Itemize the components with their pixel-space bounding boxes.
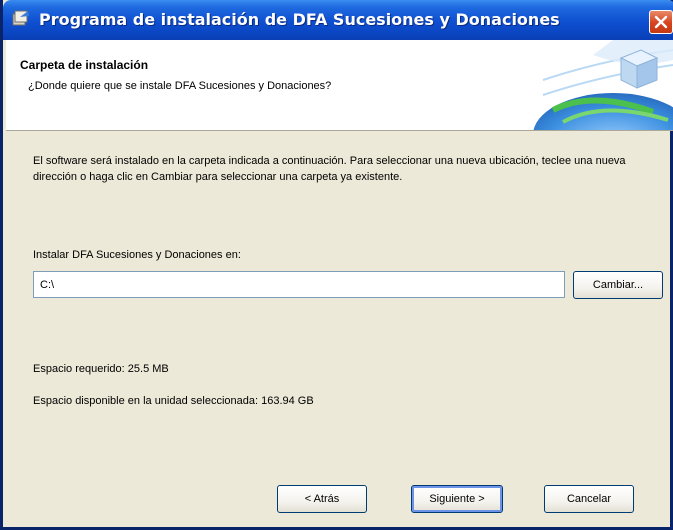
installer-window: Programa de instalación de DFA Sucesione… [0, 0, 673, 530]
space-available-text: Espacio disponible en la unidad seleccio… [33, 395, 314, 407]
installer-app-icon [12, 10, 29, 26]
next-button-label: Siguiente > [429, 493, 485, 505]
wizard-content: El software será instalado en la carpeta… [3, 131, 673, 471]
install-folder-label: Instalar DFA Sucesiones y Donaciones en: [33, 249, 241, 261]
close-button[interactable] [649, 10, 673, 34]
space-required-text: Espacio requerido: 25.5 MB [33, 363, 169, 375]
wizard-footer: < Atrás Siguiente > Cancelar [3, 471, 673, 527]
close-icon [654, 15, 668, 29]
description-text: El software será instalado en la carpeta… [33, 155, 626, 183]
page-title: Carpeta de instalación [20, 58, 149, 72]
page-subtitle: ¿Donde quiere que se instale DFA Sucesio… [28, 80, 332, 92]
change-button[interactable]: Cambiar... [573, 271, 663, 299]
installer-graphic [533, 40, 673, 130]
window-title: Programa de instalación de DFA Sucesione… [39, 10, 560, 29]
change-button-label: Cambiar... [592, 279, 644, 291]
title-bar[interactable]: Programa de instalación de DFA Sucesione… [3, 0, 673, 40]
cancel-button[interactable]: Cancelar [544, 485, 634, 513]
next-button[interactable]: Siguiente > [411, 485, 503, 513]
cancel-button-label: Cancelar [566, 493, 612, 505]
install-path-input[interactable] [33, 271, 565, 298]
back-button-label: < Atrás [304, 493, 340, 505]
back-button[interactable]: < Atrás [277, 485, 367, 513]
wizard-header: Carpeta de instalación ¿Donde quiere que… [6, 40, 673, 131]
